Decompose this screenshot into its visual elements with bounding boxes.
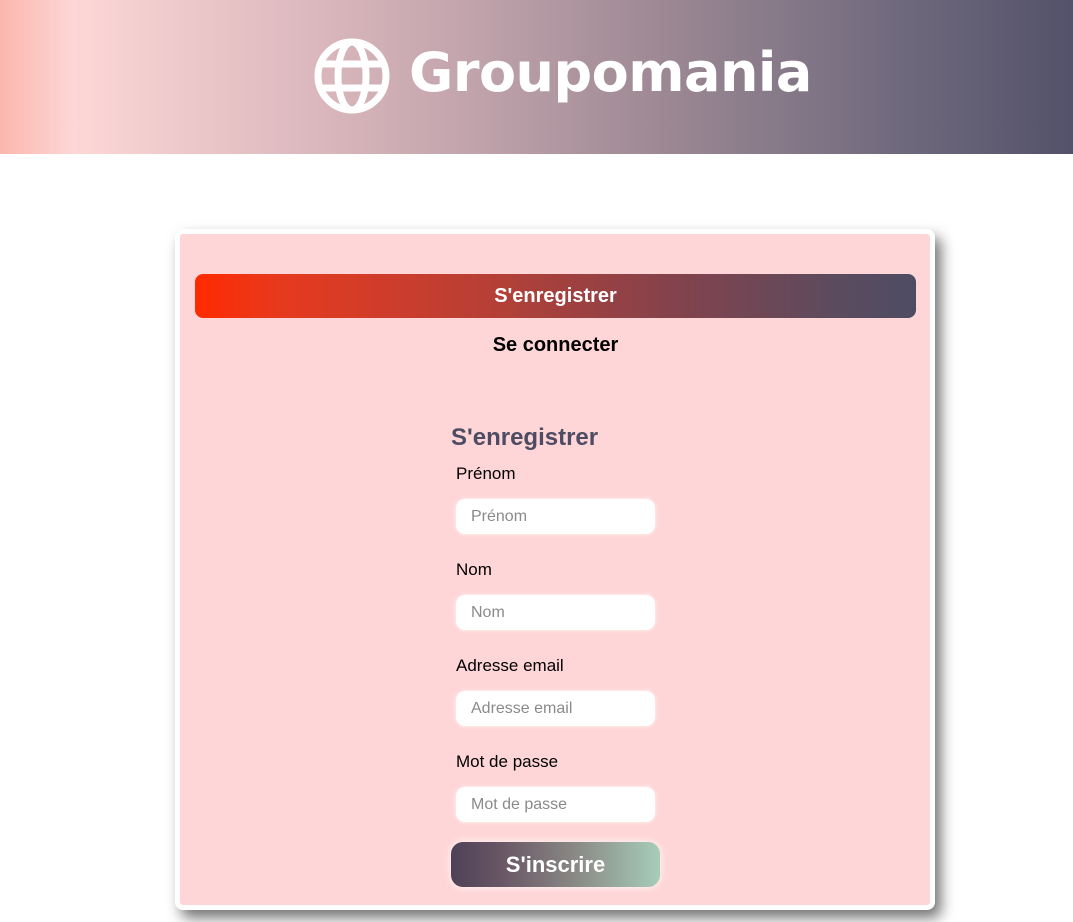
- first-name-field[interactable]: [456, 499, 655, 534]
- globe-icon: [314, 38, 390, 114]
- email-label: Adresse email: [456, 656, 564, 675]
- register-submit-button[interactable]: S'inscrire: [451, 842, 660, 887]
- auth-card: S'enregistrer Se connecter S'enregistrer…: [175, 229, 935, 910]
- tab-register[interactable]: S'enregistrer: [195, 274, 916, 318]
- first-name-label: Prénom: [456, 464, 516, 483]
- brand-name: Groupomania: [409, 41, 812, 104]
- tab-login[interactable]: Se connecter: [195, 330, 916, 360]
- password-label: Mot de passe: [456, 752, 559, 771]
- form-title: S'enregistrer: [451, 424, 599, 451]
- email-field[interactable]: [456, 691, 655, 726]
- app-header: Groupomania: [0, 0, 1073, 154]
- brand-logo[interactable]: Groupomania: [312, 36, 812, 116]
- password-field[interactable]: [456, 787, 655, 822]
- last-name-label: Nom: [456, 560, 492, 579]
- last-name-field[interactable]: [456, 595, 655, 630]
